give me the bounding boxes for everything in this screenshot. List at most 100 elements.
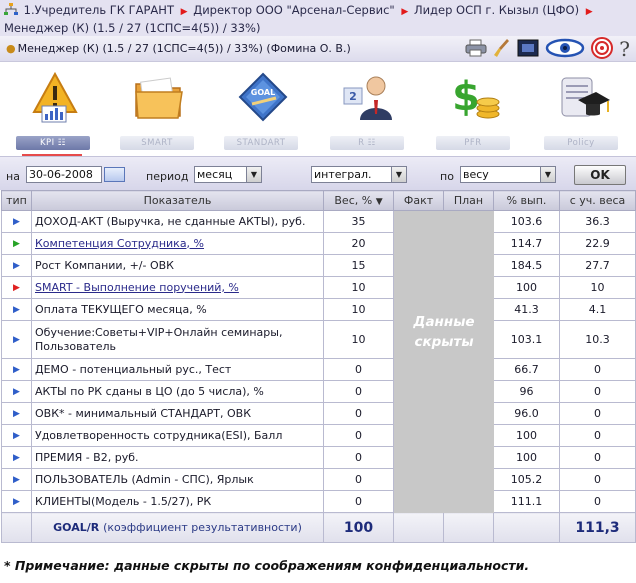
table-row[interactable]: ▶ КЛИЕНТЫ(Модель - 1.5/27), РК 0 111.1 0 xyxy=(1,490,636,513)
row-indicator-name[interactable]: Компетенция Сотрудника, % xyxy=(31,232,324,255)
tab-policy[interactable]: Policy xyxy=(544,66,618,154)
date-input[interactable]: 30-06-2008 xyxy=(26,166,102,183)
row-weighted: 0 xyxy=(559,358,636,381)
row-plan-hidden xyxy=(443,402,494,425)
table-row[interactable]: ▶ ПОЛЬЗОВАТЕЛЬ (Admin - СПС), Ярлык 0 105.2… xyxy=(1,468,636,491)
period-select[interactable]: месяц ▼ xyxy=(194,166,262,183)
breadcrumb-arrow-icon: ▶ xyxy=(180,7,188,17)
table-row[interactable]: ▶ Компетенция Сотрудника, % 20 114.7 22.9 xyxy=(1,232,636,255)
table-row[interactable]: ▶ Удовлетворенность сотрудника(ESI), Балл… xyxy=(1,424,636,447)
table-row[interactable]: ▶ Рост Компании, +/- ОВК 15 184.5 27.7 xyxy=(1,254,636,277)
row-plan-hidden xyxy=(443,210,494,233)
period-label: период xyxy=(146,170,189,183)
row-weighted: 4.1 xyxy=(559,298,636,321)
row-arrow-icon[interactable]: ▶ xyxy=(1,402,32,425)
breadcrumb-item-director[interactable]: Директор ООО "Арсенал-Сервис" xyxy=(193,3,394,17)
indicator-text: Обучение:Советы+VIP+Онлайн семинары, Пол… xyxy=(35,325,283,353)
row-weight: 0 xyxy=(323,358,394,381)
sort-label: по xyxy=(440,170,454,183)
row-arrow-icon[interactable]: ▶ xyxy=(1,490,32,513)
chevron-down-icon: ▼ xyxy=(540,167,555,182)
target-icon[interactable] xyxy=(591,36,614,62)
row-weighted: 0 xyxy=(559,380,636,403)
indicator-text: ДЕМО - потенциальный рус., Тест xyxy=(35,362,232,376)
goal-label: GOAL/R xyxy=(53,521,100,534)
indicator-link[interactable]: Компетенция Сотрудника, % xyxy=(35,237,204,250)
row-arrow-icon[interactable]: ▶ xyxy=(1,298,32,321)
row-arrow-icon[interactable]: ▶ xyxy=(1,468,32,491)
mode-select[interactable]: интеграл. ▼ xyxy=(311,166,407,183)
tab-standart[interactable]: GOAL STANDART xyxy=(224,66,298,154)
row-arrow-icon[interactable]: ▶ xyxy=(1,232,32,255)
tab-smart[interactable]: SMART xyxy=(120,66,194,154)
row-indicator-name: ПРЕМИЯ - В2, руб. xyxy=(31,446,324,469)
row-indicator-name: ОВК* - минимальный СТАНДАРТ, ОВК xyxy=(31,402,324,425)
svg-text:2: 2 xyxy=(349,90,357,103)
row-arrow-icon[interactable]: ▶ xyxy=(1,210,32,233)
table-row[interactable]: ▶ Обучение:Советы+VIP+Онлайн семинары, По… xyxy=(1,320,636,359)
row-indicator-name: АКТЫ по РК сданы в ЦО (до 5 числа), % xyxy=(31,380,324,403)
row-pct: 100 xyxy=(493,446,560,469)
tab-smart-label: SMART xyxy=(120,136,194,150)
table-row[interactable]: ▶ ОВК* - минимальный СТАНДАРТ, ОВК 0 96.0 0 xyxy=(1,402,636,425)
breadcrumb-item-leader[interactable]: Лидер ОСП г. Кызыл (ЦФО) xyxy=(414,3,579,17)
calendar-icon[interactable] xyxy=(104,167,125,182)
indicator-text: Рост Компании, +/- ОВК xyxy=(35,258,174,272)
tab-pfr[interactable]: $ PFR xyxy=(436,66,510,154)
col-pct: % вып. xyxy=(493,190,560,211)
filter-bar: на 30-06-2008 период месяц ▼ интеграл. ▼… xyxy=(0,156,636,190)
sort-select[interactable]: весу ▼ xyxy=(460,166,556,183)
breadcrumb-arrow-icon: ▶ xyxy=(401,7,409,17)
row-fact-hidden xyxy=(393,254,444,277)
breadcrumb-item-manager[interactable]: Менеджер (К) (1.5 / 27 (1СПС=4(5)) / 33%… xyxy=(4,21,260,35)
tab-r[interactable]: 2 R ☷ xyxy=(330,66,404,154)
date-label: на xyxy=(6,170,20,183)
goal-desc: (коэффициент результативности) xyxy=(103,521,302,534)
indicator-text: ОВК* - минимальный СТАНДАРТ, ОВК xyxy=(35,406,252,420)
tab-kpi[interactable]: KPI ☷ xyxy=(16,66,90,157)
row-arrow-icon[interactable]: ▶ xyxy=(1,424,32,447)
row-plan-hidden xyxy=(443,490,494,513)
table-row[interactable]: ▶ ДЕМО - потенциальный рус., Тест 0 66.7 0 xyxy=(1,358,636,381)
row-arrow-icon[interactable]: ▶ xyxy=(1,320,32,359)
table-row[interactable]: ▶ Оплата ТЕКУЩЕГО месяца, % 10 41.3 4.1 xyxy=(1,298,636,321)
table-row[interactable]: ▶ ПРЕМИЯ - В2, руб. 0 100 0 xyxy=(1,446,636,469)
row-weight: 0 xyxy=(323,468,394,491)
row-arrow-icon[interactable]: ▶ xyxy=(1,358,32,381)
row-weight: 0 xyxy=(323,446,394,469)
row-arrow-icon[interactable]: ▶ xyxy=(1,380,32,403)
eye-icon[interactable] xyxy=(545,38,585,61)
row-plan-hidden xyxy=(443,468,494,491)
row-arrow-icon[interactable]: ▶ xyxy=(1,276,32,299)
row-pct: 184.5 xyxy=(493,254,560,277)
table-row[interactable]: ▶ АКТЫ по РК сданы в ЦО (до 5 числа), % 0 9… xyxy=(1,380,636,403)
row-indicator-name: Обучение:Советы+VIP+Онлайн семинары, Пол… xyxy=(31,320,324,359)
row-weighted: 27.7 xyxy=(559,254,636,277)
row-arrow-icon[interactable]: ▶ xyxy=(1,446,32,469)
row-fact-hidden xyxy=(393,358,444,381)
printer-icon[interactable] xyxy=(465,39,487,60)
ok-button[interactable]: OK xyxy=(574,165,626,185)
table-row[interactable]: ▶ SMART - Выполнение поручений, % 10 100 10 xyxy=(1,276,636,299)
row-plan-hidden xyxy=(443,276,494,299)
row-arrow-icon[interactable]: ▶ xyxy=(1,254,32,277)
row-fact-hidden xyxy=(393,402,444,425)
brush-icon[interactable] xyxy=(493,38,511,61)
kpi-table: тип Показатель Вес, % ▼ Факт План % вып.… xyxy=(1,190,636,543)
table-row[interactable]: ▶ ДОХОД-АКТ (Выручка, не сданные АКТЫ), р… xyxy=(1,210,636,233)
chevron-down-icon: ▼ xyxy=(246,167,261,182)
col-plan: План xyxy=(443,190,494,211)
row-indicator-name[interactable]: SMART - Выполнение поручений, % xyxy=(31,276,324,299)
tab-kpi-label: KPI ☷ xyxy=(16,136,90,150)
current-user: ● Менеджер (К) (1.5 / 27 (1СПС=4(5)) / 33… xyxy=(6,42,351,55)
indicator-text: ПРЕМИЯ - В2, руб. xyxy=(35,450,139,464)
indicator-link[interactable]: SMART - Выполнение поручений, % xyxy=(35,281,239,294)
screen-icon[interactable] xyxy=(517,39,539,60)
user-bar: ● Менеджер (К) (1.5 / 27 (1СПС=4(5)) / 33… xyxy=(0,36,636,62)
row-plan-hidden xyxy=(443,232,494,255)
table-header-row: тип Показатель Вес, % ▼ Факт План % вып.… xyxy=(1,190,636,211)
breadcrumb-item-founder[interactable]: 1.Учредитель ГК ГАРАНТ xyxy=(24,3,174,17)
help-icon[interactable]: ? xyxy=(619,37,630,61)
col-weight[interactable]: Вес, % ▼ xyxy=(323,190,394,211)
row-pct: 103.1 xyxy=(493,320,560,359)
